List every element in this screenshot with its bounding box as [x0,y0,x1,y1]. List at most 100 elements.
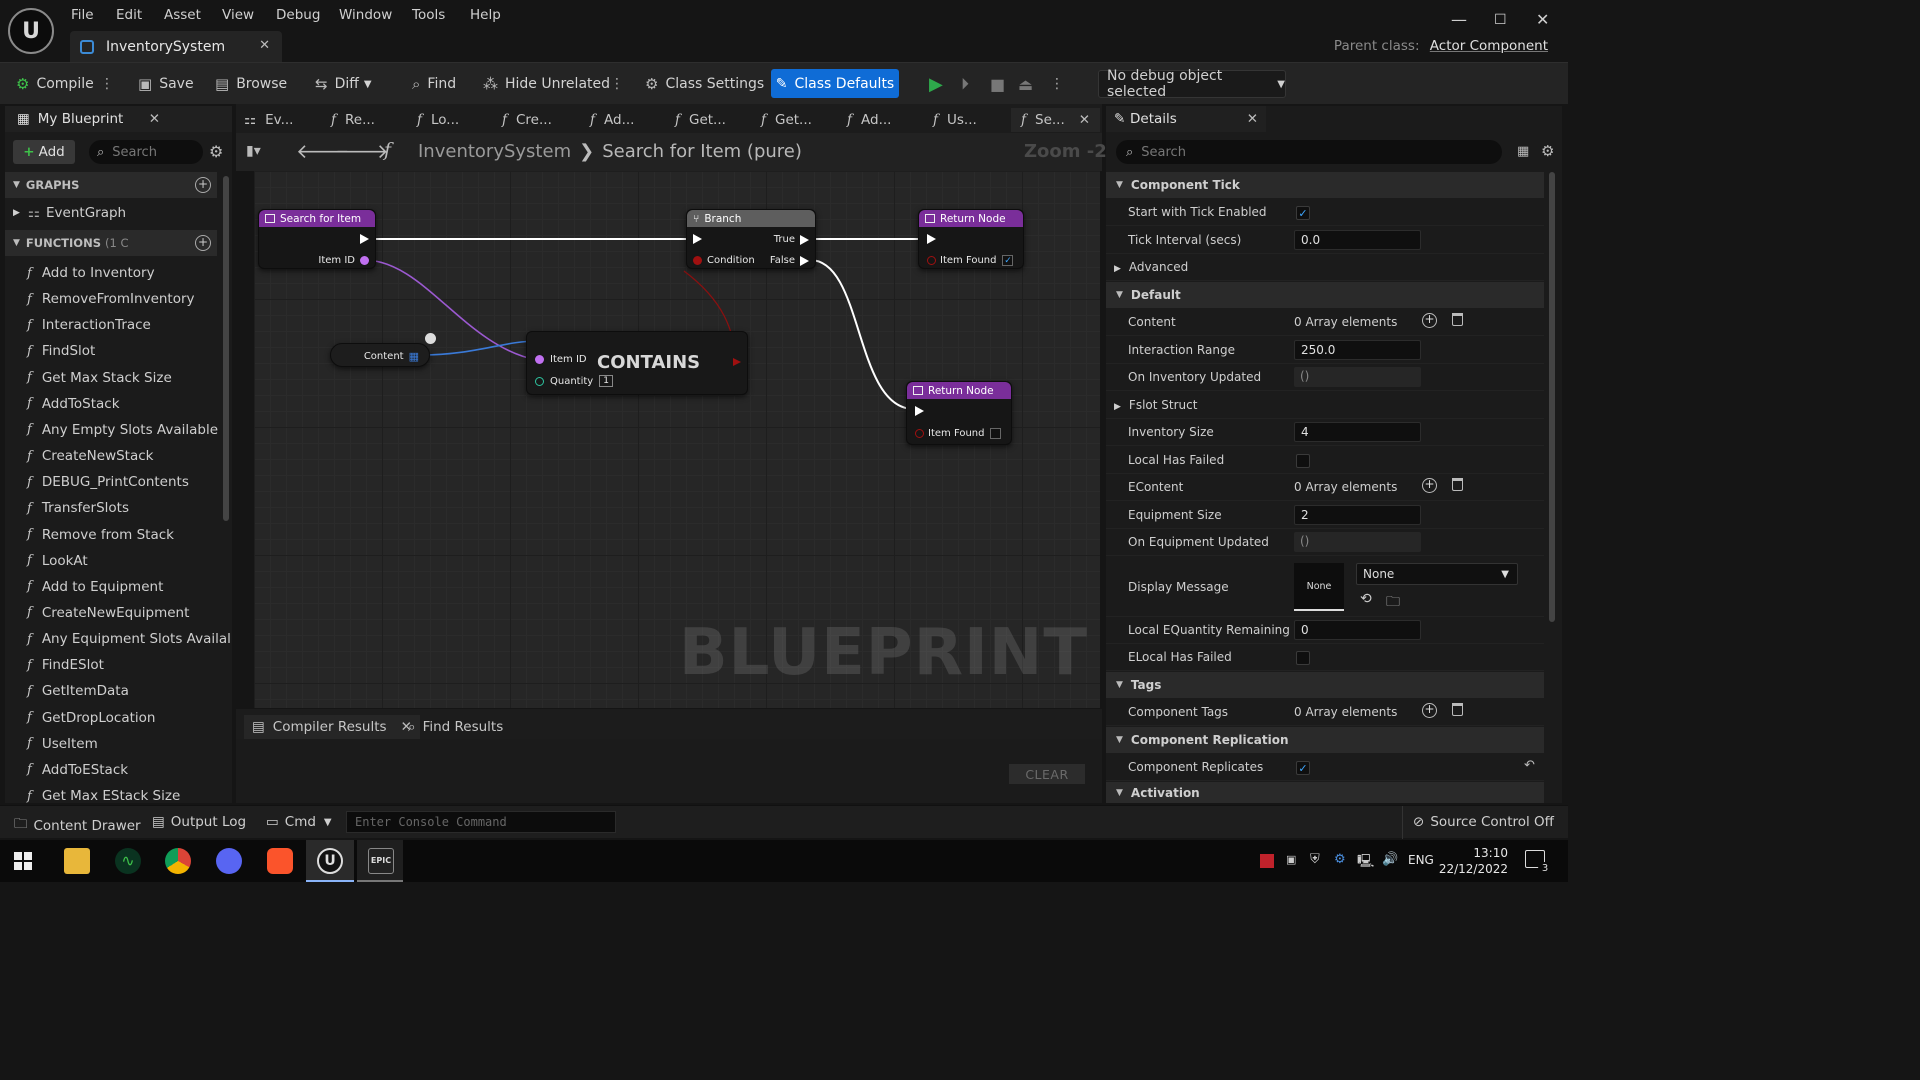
save-button[interactable]: ▣ Save [138,73,194,95]
settings-tray-icon[interactable]: ⚙ [1334,852,1346,867]
true-pin[interactable]: True [774,234,809,245]
function-item[interactable]: f Add to Inventory [27,260,155,286]
table-view-icon[interactable]: ▦ [1517,144,1529,159]
close-tab-icon[interactable]: ✕ [259,38,270,53]
close-icon[interactable]: ✕ [1079,112,1090,128]
function-item[interactable]: f Remove from Stack [27,522,174,548]
tab-search-for-item[interactable]: f Se... ✕ [1011,108,1101,132]
volume-icon[interactable]: 🔊 [1382,852,1398,867]
source-control-button[interactable]: ⊘ Source Control Off [1413,814,1554,830]
scrollbar[interactable] [1549,172,1555,622]
details-search-input[interactable]: ⌕ Search [1116,140,1502,164]
menu-edit[interactable]: Edit [116,7,142,23]
hide-options-icon[interactable]: ⋮ [610,73,624,95]
section-component-tick[interactable]: ▼ Component Tick [1106,172,1544,198]
gear-icon[interactable]: ⚙ [1541,142,1554,160]
function-item[interactable]: f FindESlot [27,652,104,678]
start-with-tick-checkbox[interactable]: ✓ [1296,206,1310,220]
exec-out-pin[interactable] [360,234,369,244]
node-return-true[interactable]: Return Node Item Found ✓ [918,209,1024,269]
add-button[interactable]: + Add [13,140,75,164]
tab-function[interactable]: f Re... [331,108,375,132]
item-id-pin[interactable]: Item ID [318,255,369,266]
graphs-section[interactable]: ▼ GRAPHS + [5,172,217,198]
hide-unrelated-button[interactable]: ⁂ Hide Unrelated [483,73,610,95]
epic-games-icon[interactable]: EPIC [368,848,394,874]
gear-icon[interactable]: ⚙ [209,142,223,161]
event-graph-item[interactable]: ▶ ⚏ EventGraph [13,200,126,226]
node-search-for-item[interactable]: Search for Item Item ID [258,209,376,269]
display-message-select[interactable]: None ▼ [1356,563,1518,585]
item-found-checkbox[interactable] [990,428,1002,439]
content-pin[interactable]: Content ▦ [364,350,419,363]
cmd-button[interactable]: ▭ Cmd ▼ [266,814,332,830]
document-tab[interactable]: InventorySystem ✕ [70,31,282,62]
function-item[interactable]: f Any Empty Slots Available [27,417,218,443]
add-function-icon[interactable]: + [195,235,211,251]
item-id-pin[interactable]: Item ID [535,354,587,365]
breadcrumb-root[interactable]: InventorySystem [418,141,571,162]
close-icon[interactable]: ✕ [1536,10,1549,29]
class-settings-button[interactable]: ⚙ Class Settings [645,73,764,95]
reset-icon[interactable]: ↶ [1524,758,1535,773]
parent-class-link[interactable]: Actor Component [1430,38,1548,54]
function-item[interactable]: f Any Equipment Slots Availal [27,626,231,652]
section-component-replication[interactable]: ▼ Component Replication [1106,727,1544,753]
function-item[interactable]: f DEBUG_PrintContents [27,469,189,495]
item-found-pin[interactable]: Item Found [915,428,1002,439]
function-item[interactable]: f CreateNewStack [27,443,154,469]
use-selected-icon[interactable]: ⟲ [1360,591,1372,607]
node-branch[interactable]: ⑂ Branch Condition True False [686,209,816,269]
function-item[interactable]: f FindSlot [27,338,95,364]
forward-arrow-icon[interactable]: 🡒 [335,139,389,163]
eject-icon[interactable]: ⏏ [1018,73,1033,95]
item-found-checkbox[interactable]: ✓ [1002,255,1014,266]
activity-monitor-icon[interactable]: ∿ [115,848,141,874]
tab-function[interactable]: f Ad... [847,108,891,132]
play-options-icon[interactable]: ⋮ [1050,73,1064,95]
my-blueprint-tab[interactable]: ▦ My Blueprint ✕ [5,106,232,132]
file-explorer-icon[interactable] [64,848,90,874]
asset-thumbnail[interactable]: None [1294,563,1344,611]
function-item[interactable]: f GetDropLocation [27,705,155,731]
component-replicates-checkbox[interactable]: ✓ [1296,761,1310,775]
add-graph-icon[interactable]: + [195,177,211,193]
discord-icon[interactable] [216,848,242,874]
equipment-size-field[interactable]: 2 [1294,505,1421,525]
shield-icon[interactable]: ⛨ [1310,852,1320,867]
function-item[interactable]: f Add to Equipment [27,574,163,600]
functions-section[interactable]: ▼ FUNCTIONS (1 C + [5,230,217,256]
tick-interval-field[interactable]: 0.0 [1294,230,1421,250]
windows-start-icon[interactable] [14,852,32,870]
tab-function[interactable]: f Get... [675,108,726,132]
false-pin[interactable]: False [770,255,809,266]
diff-button[interactable]: ⇆ Diff ▼ [315,73,372,95]
compile-button[interactable]: ⚙ Compile [16,73,94,95]
tab-function[interactable]: f Us... [933,108,977,132]
class-defaults-button[interactable]: ✎ Class Defaults [771,69,899,98]
tab-compiler-results[interactable]: ▤ Compiler Results ✕ [244,715,420,739]
add-element-icon[interactable]: + [1422,478,1437,493]
add-element-icon[interactable]: + [1422,703,1437,718]
compile-options-icon[interactable]: ⋮ [100,73,114,95]
language-indicator[interactable]: ENG [1408,853,1434,867]
function-item[interactable]: f GetItemData [27,678,129,704]
menu-tools[interactable]: Tools [412,7,445,23]
menu-view[interactable]: View [222,7,254,23]
elocal-has-failed-checkbox[interactable] [1296,651,1310,665]
menu-asset[interactable]: Asset [164,7,201,23]
stop-icon[interactable]: ■ [990,73,1005,95]
close-icon[interactable]: ✕ [149,111,160,127]
function-item[interactable]: f LookAt [27,548,88,574]
interaction-range-field[interactable]: 250.0 [1294,340,1421,360]
menu-help[interactable]: Help [470,7,501,23]
close-icon[interactable]: ✕ [1247,111,1258,127]
output-log-button[interactable]: ▤ Output Log [152,814,246,830]
graph-canvas[interactable]: Search for Item Item ID ⑂ Branch Conditio… [254,171,1100,708]
node-content-variable[interactable]: Content ▦ [330,343,430,367]
search-input[interactable]: ⌕ Search [89,140,203,164]
add-element-icon[interactable]: + [1422,313,1437,328]
step-icon[interactable]: ⏵ [961,73,969,95]
scrollbar[interactable] [223,176,229,521]
menu-debug[interactable]: Debug [276,7,320,23]
